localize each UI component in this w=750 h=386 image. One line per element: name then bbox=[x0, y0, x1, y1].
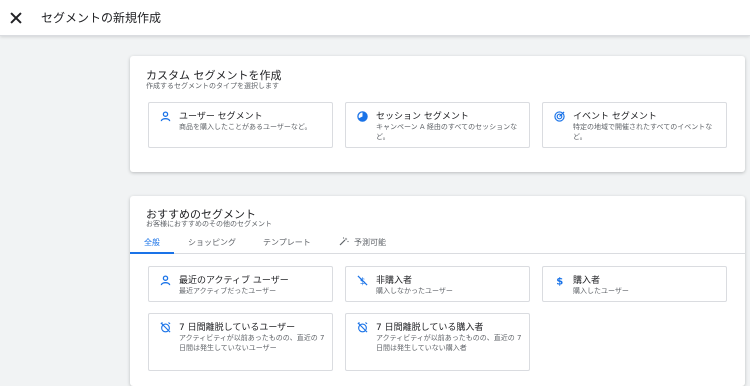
event-icon bbox=[553, 110, 565, 122]
segment-tabs: 全般 ショッピング テンプレート 予測可能 bbox=[130, 232, 745, 254]
recommended-segment-card: おすすめのセグメント お客様におすすめのその他のセグメント 全般 ショッピング … bbox=[130, 196, 745, 386]
non-purchasers-tile[interactable]: $ 非購入者 購入しなかったユーザー bbox=[345, 266, 530, 302]
svg-text:$: $ bbox=[556, 276, 563, 285]
recommended-subtitle: お客様におすすめのその他のセグメント bbox=[146, 220, 272, 228]
active-tab-indicator bbox=[130, 252, 174, 254]
lapsed-purchasers-title: 7 日間離脱している購入者 bbox=[376, 323, 484, 333]
tab-shopping[interactable]: ショッピング bbox=[188, 237, 236, 248]
lapsed-purchasers-desc: アクティビティが以前あったものの、直近の 7 日間は発生していない購入者 bbox=[376, 334, 522, 352]
page-title: セグメントの新規作成 bbox=[41, 11, 162, 25]
tab-predictive-label: 予測可能 bbox=[354, 238, 386, 247]
session-segment-desc: キャンペーン A 経由のすべてのセッションなど。 bbox=[376, 123, 518, 141]
event-segment-desc: 特定の地域で開催されたすべてのイベントなど。 bbox=[573, 123, 713, 141]
close-icon[interactable] bbox=[9, 11, 23, 25]
lapsed-users-tile[interactable]: 7 日間離脱しているユーザー アクティビティが以前あったものの、直近の 7 日間… bbox=[148, 313, 333, 371]
session-icon bbox=[356, 110, 368, 122]
person-icon bbox=[159, 274, 171, 286]
non-purchasers-title: 非購入者 bbox=[376, 276, 413, 286]
event-segment-title: イベント セグメント bbox=[573, 112, 657, 122]
recent-active-users-tile[interactable]: 最近のアクティブ ユーザー 最近アクティブだったユーザー bbox=[148, 266, 333, 302]
alarm-off-icon bbox=[356, 321, 368, 333]
lapsed-users-title: 7 日間離脱しているユーザー bbox=[179, 323, 296, 333]
dollar-icon: $ bbox=[553, 274, 565, 286]
tab-predictive[interactable]: 予測可能 bbox=[339, 237, 386, 248]
alarm-off-icon bbox=[159, 321, 171, 333]
non-purchasers-desc: 購入しなかったユーザー bbox=[376, 287, 453, 295]
custom-segment-subtitle: 作成するセグメントのタイプを選択します bbox=[146, 82, 279, 90]
user-segment-title: ユーザー セグメント bbox=[179, 112, 263, 122]
custom-segment-card: カスタム セグメントを作成 作成するセグメントのタイプを選択します ユーザー セ… bbox=[130, 56, 745, 172]
person-icon bbox=[159, 110, 171, 122]
lapsed-users-desc: アクティビティが以前あったものの、直近の 7 日間は発生していないユーザー bbox=[179, 334, 325, 352]
user-segment-desc: 商品を購入したことがあるユーザーなど。 bbox=[179, 123, 312, 131]
event-segment-tile[interactable]: イベント セグメント 特定の地域で開催されたすべてのイベントなど。 bbox=[542, 102, 727, 148]
top-bar: セグメントの新規作成 bbox=[0, 0, 750, 36]
no-purchase-icon: $ bbox=[356, 274, 368, 286]
tab-general[interactable]: 全般 bbox=[144, 237, 160, 248]
magic-wand-icon bbox=[339, 237, 349, 246]
purchasers-title: 購入者 bbox=[573, 276, 601, 286]
recent-active-users-desc: 最近アクティブだったユーザー bbox=[179, 287, 277, 295]
purchasers-desc: 購入したユーザー bbox=[573, 287, 629, 295]
purchasers-tile[interactable]: $ 購入者 購入したユーザー bbox=[542, 266, 727, 302]
user-segment-tile[interactable]: ユーザー セグメント 商品を購入したことがあるユーザーなど。 bbox=[148, 102, 333, 148]
session-segment-tile[interactable]: セッション セグメント キャンペーン A 経由のすべてのセッションなど。 bbox=[345, 102, 530, 148]
session-segment-title: セッション セグメント bbox=[376, 112, 469, 122]
tab-templates[interactable]: テンプレート bbox=[263, 237, 311, 248]
recent-active-users-title: 最近のアクティブ ユーザー bbox=[179, 276, 289, 286]
lapsed-purchasers-tile[interactable]: 7 日間離脱している購入者 アクティビティが以前あったものの、直近の 7 日間は… bbox=[345, 313, 530, 371]
